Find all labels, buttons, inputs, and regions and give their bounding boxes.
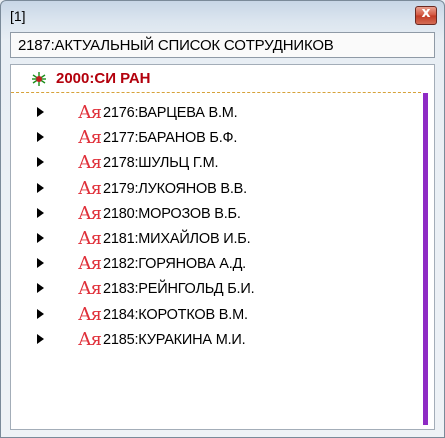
- text-document-icon: Ая: [78, 177, 102, 199]
- text-document-icon: Ая: [78, 102, 102, 123]
- tree-item[interactable]: Ая 2177:БАРАНОВ Б.Ф.: [11, 126, 421, 151]
- list-title-text: 2187:АКТУАЛЬНЫЙ СПИСОК СОТРУДНИКОВ: [18, 37, 334, 54]
- expand-arrow-icon[interactable]: [37, 283, 44, 294]
- window-title: [1]: [10, 8, 26, 24]
- tree-item[interactable]: Ая 2183:РЕЙНГОЛЬД Б.И.: [11, 277, 421, 302]
- expand-arrow-icon[interactable]: [37, 182, 44, 193]
- title-bar[interactable]: [1] x: [1, 1, 444, 31]
- tree-item[interactable]: Ая 2182:ГОРЯНОВА А.Д.: [11, 252, 421, 277]
- tree-item[interactable]: Ая 2185:КУРАКИНА М.И.: [11, 328, 421, 353]
- tree-root-node[interactable]: 2000:СИ РАН: [11, 65, 421, 93]
- text-document-icon: Ая: [78, 253, 102, 275]
- tree-root-label: 2000:СИ РАН: [56, 70, 151, 87]
- tree-item[interactable]: Ая 2176:ВАРЦЕВА В.М.: [11, 101, 421, 126]
- tree-item-label: 2185:КУРАКИНА М.И.: [103, 331, 246, 348]
- scrollbar[interactable]: [423, 93, 428, 425]
- tree-item[interactable]: Ая 2181:МИХАЙЛОВ И.Б.: [11, 227, 421, 252]
- tree-items: Ая 2176:ВАРЦЕВА В.М. Ая 2177:БАРАНОВ Б.Ф. Ая…: [11, 101, 421, 353]
- list-title-field: 2187:АКТУАЛЬНЫЙ СПИСОК СОТРУДНИКОВ: [10, 32, 435, 58]
- text-document-icon: Ая: [78, 202, 102, 224]
- expand-arrow-icon[interactable]: [37, 308, 44, 319]
- tree-item[interactable]: Ая 2179:ЛУКОЯНОВ В.В.: [11, 177, 421, 202]
- expand-arrow-icon[interactable]: [37, 207, 44, 218]
- expand-arrow-icon[interactable]: [37, 333, 44, 344]
- expand-arrow-icon[interactable]: [37, 258, 44, 269]
- tree-item-label: 2179:ЛУКОЯНОВ В.В.: [103, 180, 247, 197]
- text-document-icon: Ая: [78, 278, 102, 300]
- tree-item-label: 2177:БАРАНОВ Б.Ф.: [103, 130, 238, 147]
- close-icon: x: [421, 5, 431, 21]
- text-document-icon: Ая: [78, 227, 102, 249]
- text-document-icon: Ая: [78, 328, 102, 350]
- tree-item[interactable]: Ая 2180:МОРОЗОВ В.Б.: [11, 202, 421, 227]
- text-document-icon: Ая: [78, 127, 102, 149]
- tree-item-label: 2184:КОРОТКОВ В.М.: [103, 306, 248, 323]
- close-button[interactable]: x: [415, 5, 437, 25]
- tree-item[interactable]: Ая 2184:КОРОТКОВ В.М.: [11, 303, 421, 328]
- expand-arrow-icon[interactable]: [37, 132, 44, 143]
- text-document-icon: Ая: [78, 152, 102, 174]
- bug-icon: [32, 72, 46, 86]
- tree-item[interactable]: Ая 2178:ШУЛЬЦ Г.М.: [11, 151, 421, 176]
- text-document-icon: Ая: [78, 303, 102, 325]
- tree-panel: 2000:СИ РАН Ая 2176:ВАРЦЕВА В.М. Ая 2177:БА…: [10, 64, 435, 430]
- expand-arrow-icon[interactable]: [37, 107, 44, 117]
- tree-item-label: 2178:ШУЛЬЦ Г.М.: [103, 155, 219, 172]
- tree-item-label: 2183:РЕЙНГОЛЬД Б.И.: [103, 281, 255, 298]
- tree-item-label: 2182:ГОРЯНОВА А.Д.: [103, 256, 247, 273]
- dialog-window: [1] x 2187:АКТУАЛЬНЫЙ СПИСОК СОТРУДНИКОВ…: [0, 0, 445, 438]
- expand-arrow-icon[interactable]: [37, 157, 44, 168]
- expand-arrow-icon[interactable]: [37, 232, 44, 243]
- tree-item-label: 2181:МИХАЙЛОВ И.Б.: [103, 230, 251, 247]
- tree-item-label: 2180:МОРОЗОВ В.Б.: [103, 205, 241, 222]
- tree-item-label: 2176:ВАРЦЕВА В.М.: [103, 105, 238, 121]
